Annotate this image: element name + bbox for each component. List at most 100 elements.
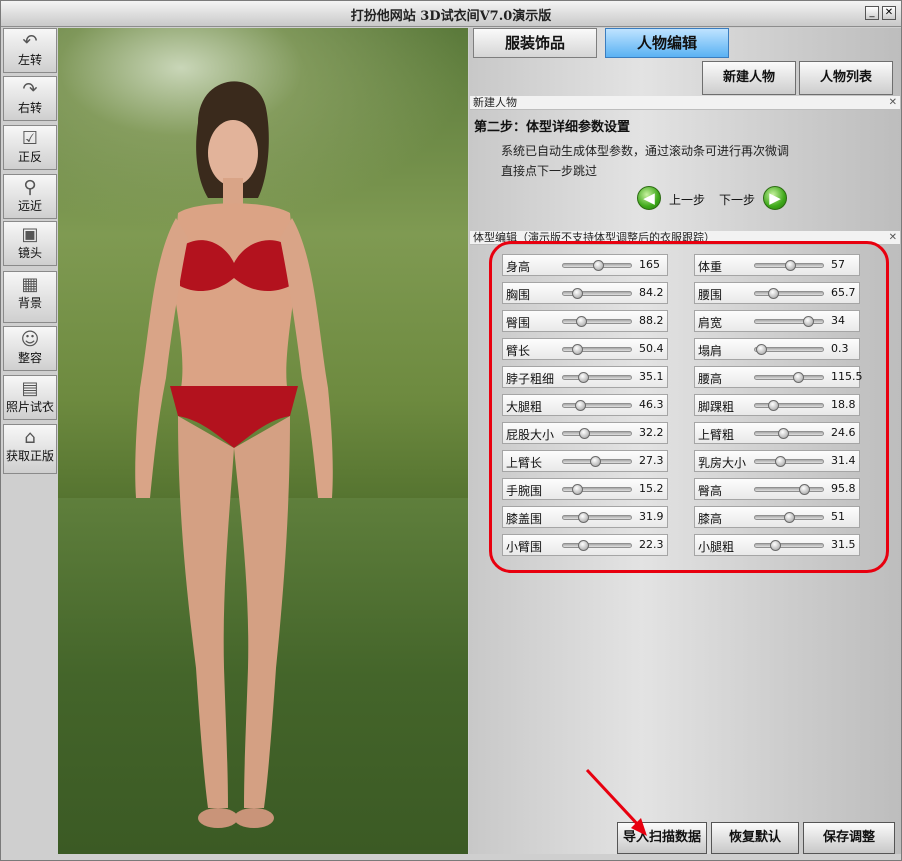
param-slider[interactable] [562, 400, 632, 411]
param-slider[interactable] [562, 428, 632, 439]
param-label: 膝高 [698, 512, 723, 526]
film-icon: ▤ [21, 378, 39, 399]
toolbar-button-3[interactable]: ⚲ 远近 [3, 174, 57, 219]
toolbar-label: 右转 [17, 101, 42, 115]
param-slider[interactable] [754, 428, 824, 439]
prev-step-button[interactable]: 上一步 [669, 191, 705, 208]
slider-thumb[interactable] [593, 260, 604, 271]
param-label: 塌肩 [698, 344, 723, 358]
param-value: 31.4 [831, 454, 856, 467]
slider-thumb[interactable] [589, 456, 601, 467]
tab-clothing[interactable]: 服装饰品 [473, 28, 597, 58]
toolbar-button-1[interactable]: ↷ 右转 [3, 76, 57, 121]
param-slider[interactable] [754, 288, 824, 299]
slider-thumb[interactable] [577, 540, 589, 551]
param-slider[interactable] [562, 260, 632, 271]
toolbar-button-5[interactable]: ▦ 背景 [3, 271, 57, 323]
slider-thumb[interactable] [572, 344, 583, 355]
param-slider[interactable] [562, 456, 632, 467]
reset-default-button[interactable]: 恢复默认 [711, 822, 799, 854]
param-label: 臀高 [698, 484, 723, 498]
toolbar-button-8[interactable]: ⌂ 获取正版 [3, 424, 57, 474]
rotate-right-icon: ↷ [22, 79, 38, 100]
param-slider[interactable] [754, 316, 824, 327]
param-value: 22.3 [639, 538, 664, 551]
slider-thumb[interactable] [574, 400, 586, 411]
param-row: 膝盖围 31.9 [502, 506, 668, 528]
param-slider[interactable] [754, 344, 824, 355]
toolbar-label: 左转 [17, 53, 42, 67]
param-row: 乳房大小 31.4 [694, 450, 860, 472]
param-value: 115.5 [831, 370, 863, 383]
slider-thumb[interactable] [793, 372, 805, 383]
param-value: 165 [639, 258, 660, 271]
param-slider[interactable] [754, 456, 824, 467]
step-hint: 直接点下一步跳过 [501, 164, 598, 178]
toolbar-button-0[interactable]: ↶ 左转 [3, 28, 57, 73]
slider-thumb[interactable] [785, 260, 796, 271]
param-slider[interactable] [754, 484, 824, 495]
slider-thumb[interactable] [572, 484, 583, 495]
param-value: 15.2 [639, 482, 664, 495]
param-slider[interactable] [754, 400, 824, 411]
param-value: 24.6 [831, 426, 856, 439]
save-adjust-button[interactable]: 保存调整 [803, 822, 895, 854]
slider-thumb[interactable] [575, 316, 587, 327]
param-row: 小臂围 22.3 [502, 534, 668, 556]
slider-thumb[interactable] [577, 512, 589, 523]
slider-thumb[interactable] [802, 316, 814, 327]
slider-thumb[interactable] [755, 344, 767, 355]
minimize-button[interactable]: _ [865, 6, 879, 20]
toolbar-button-2[interactable]: ☑ 正反 [3, 125, 57, 170]
param-slider[interactable] [562, 484, 632, 495]
close-button[interactable]: ✕ [882, 6, 896, 20]
slider-thumb[interactable] [774, 456, 786, 467]
param-label: 臀围 [506, 316, 531, 330]
slider-thumb[interactable] [769, 540, 781, 551]
param-row: 腰围 65.7 [694, 282, 860, 304]
close-icon[interactable]: ✕ [889, 231, 897, 245]
face-icon: ☺ [20, 329, 40, 350]
param-slider[interactable] [754, 540, 824, 551]
toolbar-label: 获取正版 [5, 449, 54, 463]
toolbar-button-4[interactable]: ▣ 镜头 [3, 221, 57, 266]
tab-person-edit[interactable]: 人物编辑 [605, 28, 729, 58]
new-person-section-title: 新建人物 [473, 96, 517, 109]
param-slider[interactable] [754, 512, 824, 523]
next-arrow-icon[interactable]: ▶ [763, 186, 787, 210]
param-slider[interactable] [754, 260, 824, 271]
slider-thumb[interactable] [768, 288, 780, 299]
prev-arrow-icon[interactable]: ◀ [637, 186, 661, 210]
slider-thumb[interactable] [768, 400, 780, 411]
param-row: 胸围 84.2 [502, 282, 668, 304]
param-row: 臂长 50.4 [502, 338, 668, 360]
slider-thumb[interactable] [579, 428, 590, 439]
param-slider[interactable] [562, 288, 632, 299]
slider-thumb[interactable] [572, 288, 583, 299]
param-slider[interactable] [562, 344, 632, 355]
toolbar-button-6[interactable]: ☺ 整容 [3, 326, 57, 371]
close-icon[interactable]: ✕ [889, 96, 897, 110]
slider-thumb[interactable] [577, 372, 589, 383]
rotate-left-icon: ↶ [22, 31, 38, 52]
3d-viewport[interactable] [58, 28, 468, 854]
avatar-model[interactable] [58, 28, 468, 854]
flip-icon: ☑ [21, 128, 39, 149]
param-value: 51 [831, 510, 845, 523]
import-scan-button[interactable]: 导入扫描数据 [617, 822, 707, 854]
next-step-button[interactable]: 下一步 [719, 191, 755, 208]
param-slider[interactable] [562, 372, 632, 383]
param-value: 27.3 [639, 454, 664, 467]
slider-thumb[interactable] [778, 428, 789, 439]
param-label: 上臂长 [506, 456, 543, 470]
param-slider[interactable] [562, 540, 632, 551]
param-slider[interactable] [754, 372, 824, 383]
param-slider[interactable] [562, 512, 632, 523]
param-slider[interactable] [562, 316, 632, 327]
new-person-button[interactable]: 新建人物 [702, 61, 796, 95]
person-list-button[interactable]: 人物列表 [799, 61, 893, 95]
param-row: 体重 57 [694, 254, 860, 276]
toolbar-button-7[interactable]: ▤ 照片试衣 [3, 375, 57, 420]
slider-thumb[interactable] [783, 512, 795, 523]
slider-thumb[interactable] [799, 484, 810, 495]
